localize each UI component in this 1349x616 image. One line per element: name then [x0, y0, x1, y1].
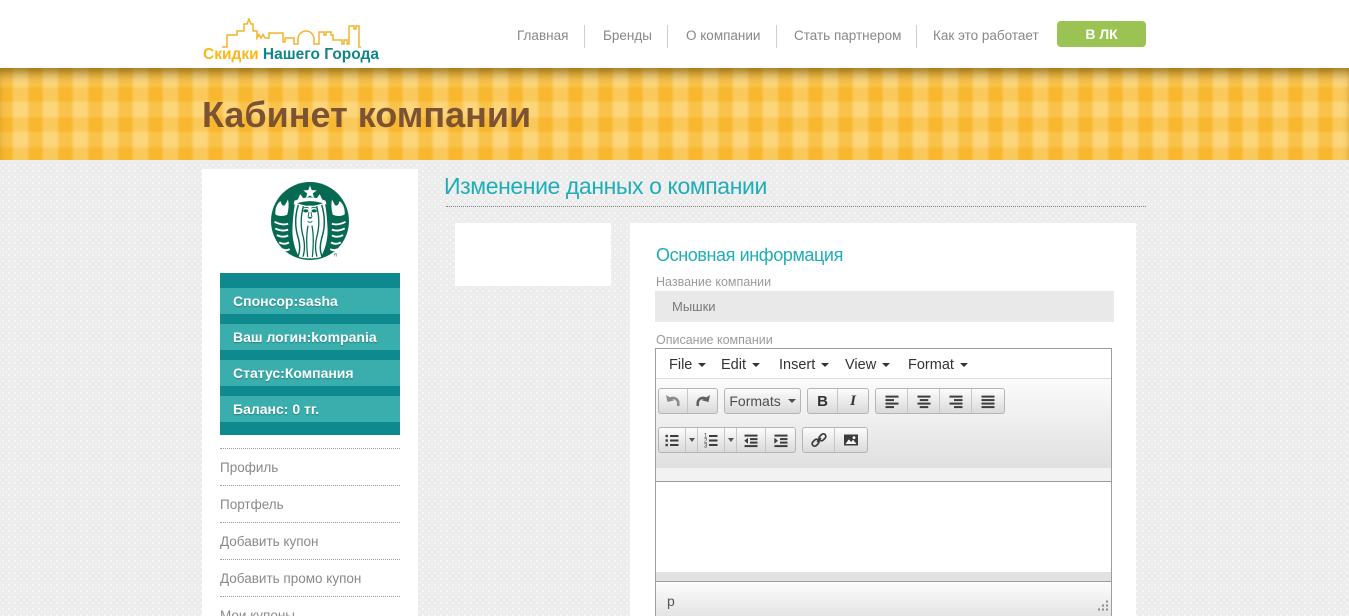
svg-text:3: 3 [704, 444, 708, 448]
